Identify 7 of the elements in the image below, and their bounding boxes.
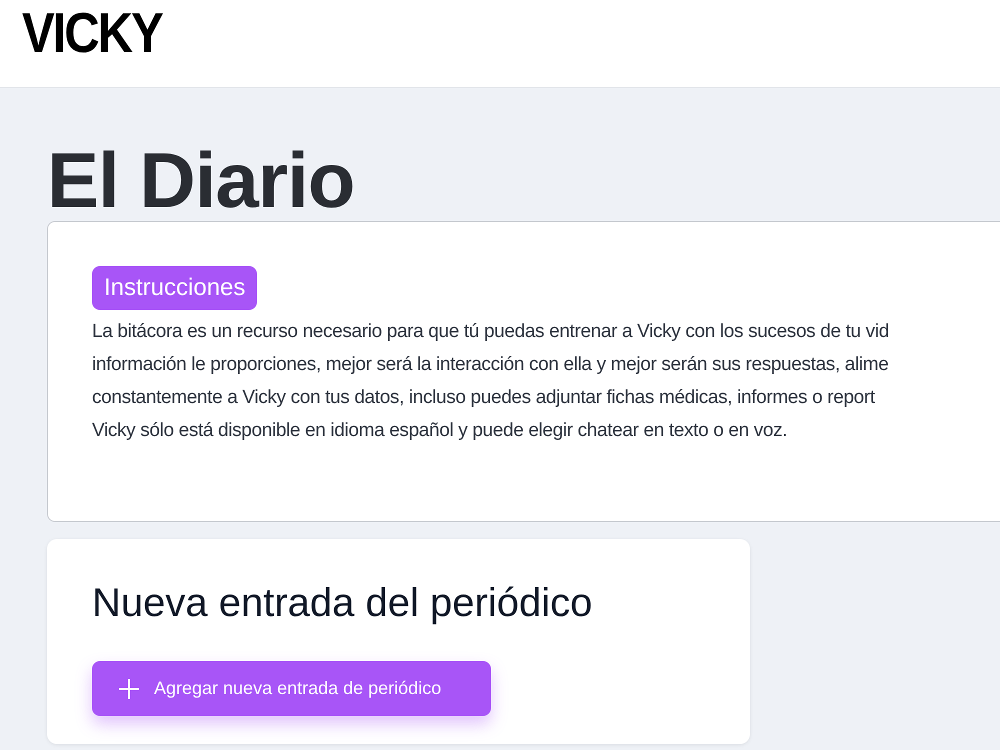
instructions-text: La bitácora es un recurso necesario para que tú puedas entrenar a Vicky con los sucesos de tu vid información le proporciones, mejor será la interacción con ella y mejor serán sus respuestas, alime constantemente a Vicky con tus datos, incluso puedes adjuntar fichas médicas, informes o report Vicky sólo está disponible en idioma español y puede elegir chatear en texto o en voz.: [92, 320, 889, 443]
page-title: El Diario: [47, 142, 354, 218]
section-label: Instrucciones: [92, 266, 258, 310]
plus-icon: [119, 678, 139, 698]
new-entry-title: Nueva entrada del periódico: [92, 580, 592, 627]
logo[interactable]: VICKY: [22, 6, 162, 62]
add-entry-button[interactable]: Agregar nueva entrada de periódico: [92, 661, 491, 716]
